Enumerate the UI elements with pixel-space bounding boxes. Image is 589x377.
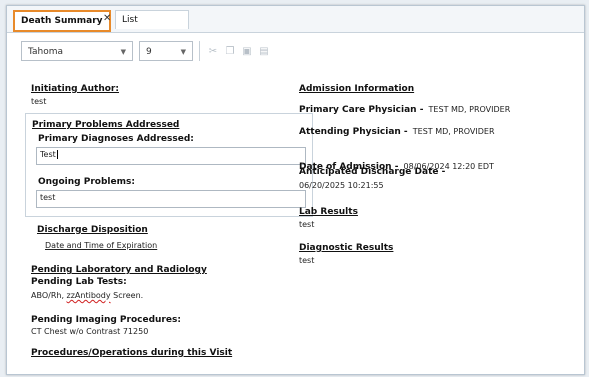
copy-icon[interactable]: ❐ bbox=[224, 46, 236, 58]
ongoing-problems-label: Ongoing Problems: bbox=[38, 177, 135, 187]
paste-special-icon[interactable]: ▤ bbox=[258, 46, 270, 58]
formatting-toolbar: Tahoma ▼ 9 ▼ ✂ ❐ ▣ ▤ bbox=[7, 33, 584, 69]
ongoing-problems-field[interactable]: test bbox=[36, 190, 306, 208]
tab-list[interactable]: List bbox=[115, 10, 189, 29]
procedures-heading[interactable]: Procedures/Operations during this Visit bbox=[31, 348, 232, 358]
lab-results-value: test bbox=[299, 220, 315, 229]
note-window: Death Summary ✕ List Tahoma ▼ 9 ▼ ✂ ❐ ▣ … bbox=[6, 5, 585, 375]
pending-imaging-value: CT Chest w/o Contrast 71250 bbox=[31, 327, 149, 336]
toolbar-divider bbox=[199, 41, 200, 61]
pending-lab-tests-label: Pending Lab Tests: bbox=[31, 277, 127, 287]
paste-icon[interactable]: ▣ bbox=[241, 46, 253, 58]
font-size-select[interactable]: 9 ▼ bbox=[139, 41, 193, 61]
pcp-value: TEST MD, PROVIDER bbox=[428, 105, 511, 114]
tab-death-summary[interactable]: Death Summary bbox=[13, 10, 111, 32]
misspelled-word: zzAntibody bbox=[66, 291, 111, 300]
discharge-disposition-heading[interactable]: Discharge Disposition bbox=[37, 225, 148, 235]
ongoing-problems-value: test bbox=[40, 193, 56, 202]
primary-diagnoses-value: Test bbox=[40, 150, 56, 159]
lab-results-heading[interactable]: Lab Results bbox=[299, 207, 358, 217]
diagnostic-results-value: test bbox=[299, 256, 315, 265]
tab-list-label: List bbox=[122, 15, 138, 25]
chevron-down-icon: ▼ bbox=[180, 48, 186, 56]
date-time-expiration-link[interactable]: Date and Time of Expiration bbox=[45, 241, 157, 250]
tab-bar: Death Summary ✕ List bbox=[7, 6, 584, 33]
pcp-label: Primary Care Physician - bbox=[299, 105, 424, 115]
pending-imaging-label: Pending Imaging Procedures: bbox=[31, 315, 181, 325]
primary-problems-heading[interactable]: Primary Problems Addressed bbox=[32, 120, 179, 130]
tab-death-summary-label: Death Summary bbox=[21, 16, 103, 26]
attending-row: Attending Physician - TEST MD, PROVIDER bbox=[299, 119, 495, 138]
font-family-value: Tahoma bbox=[28, 47, 64, 57]
diagnostic-results-heading[interactable]: Diagnostic Results bbox=[299, 243, 393, 253]
font-family-select[interactable]: Tahoma ▼ bbox=[21, 41, 133, 61]
primary-diagnoses-label: Primary Diagnoses Addressed: bbox=[38, 134, 194, 144]
primary-diagnoses-field[interactable]: Test bbox=[36, 147, 306, 165]
close-icon[interactable]: ✕ bbox=[103, 13, 111, 24]
cut-icon[interactable]: ✂ bbox=[207, 46, 219, 58]
font-size-value: 9 bbox=[146, 47, 152, 57]
chevron-down-icon: ▼ bbox=[120, 48, 126, 56]
initiating-author-value: test bbox=[31, 97, 47, 106]
pcp-row: Primary Care Physician - TEST MD, PROVID… bbox=[299, 97, 510, 116]
pending-lab-radiology-heading[interactable]: Pending Laboratory and Radiology bbox=[31, 265, 207, 275]
text-cursor bbox=[56, 150, 58, 159]
primary-problems-section: Primary Problems Addressed Primary Diagn… bbox=[25, 113, 313, 217]
attending-label: Attending Physician - bbox=[299, 127, 408, 137]
pending-lab-tests-value: ABO/Rh, zzAntibody Screen. bbox=[31, 291, 143, 300]
pending-lab-tests-suffix: Screen. bbox=[110, 291, 144, 300]
anticipated-discharge-label: Anticipated Discharge Date - bbox=[299, 167, 446, 177]
initiating-author-label: Initiating Author: bbox=[31, 84, 119, 94]
admission-info-heading[interactable]: Admission Information bbox=[299, 84, 414, 94]
pending-lab-tests-prefix: ABO/Rh, bbox=[31, 291, 67, 300]
anticipated-discharge-value: 06/20/2025 10:21:55 bbox=[299, 181, 384, 190]
attending-value: TEST MD, PROVIDER bbox=[412, 127, 495, 136]
